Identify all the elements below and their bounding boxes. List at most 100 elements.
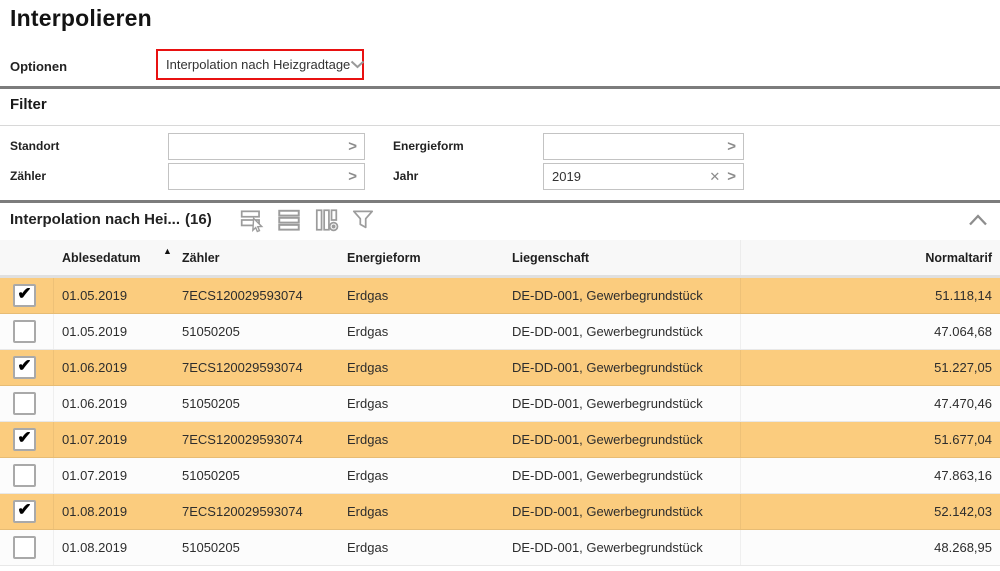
cell-normaltarif: 52.142,03	[934, 504, 992, 519]
cell-ablesedatum: 01.07.2019	[62, 432, 128, 447]
value-help-icon[interactable]: >	[348, 139, 357, 154]
cell-liegenschaft: DE-DD-001, Gewerbegrundstück	[512, 504, 703, 519]
page-title: Interpolieren	[10, 5, 152, 31]
table-row[interactable]: 01.06.2019 51050205 Erdgas DE-DD-001, Ge…	[0, 386, 1000, 422]
jahr-input[interactable]: ✕ >	[543, 163, 744, 190]
jahr-label: Jahr	[393, 169, 419, 183]
value-help-icon[interactable]: >	[348, 169, 357, 184]
cell-liegenschaft: DE-DD-001, Gewerbegrundstück	[512, 468, 703, 483]
energieform-input-field[interactable]	[552, 139, 721, 154]
column-divider	[53, 350, 54, 385]
table-title-text: Interpolation nach Hei...	[10, 211, 181, 228]
row-checkbox[interactable]	[13, 356, 36, 379]
cell-normaltarif: 51.227,05	[934, 360, 992, 375]
filter-icon[interactable]	[348, 205, 378, 235]
table-row[interactable]: 01.05.2019 51050205 Erdgas DE-DD-001, Ge…	[0, 314, 1000, 350]
zaehler-input[interactable]: >	[168, 163, 365, 190]
column-header-liegenschaft[interactable]: Liegenschaft	[512, 240, 589, 275]
jahr-input-field[interactable]	[552, 169, 703, 184]
cell-ablesedatum: 01.06.2019	[62, 396, 128, 411]
table-body: 01.05.2019 7ECS120029593074 Erdgas DE-DD…	[0, 278, 1000, 566]
cell-liegenschaft: DE-DD-001, Gewerbegrundstück	[512, 360, 703, 375]
cell-normaltarif: 51.118,14	[935, 288, 992, 303]
chevron-down-icon	[350, 60, 365, 69]
cell-zaehler: 51050205	[182, 468, 240, 483]
table-row[interactable]: 01.08.2019 51050205 Erdgas DE-DD-001, Ge…	[0, 530, 1000, 566]
column-divider	[740, 314, 741, 349]
cell-ablesedatum: 01.06.2019	[62, 360, 128, 375]
standort-input[interactable]: >	[168, 133, 365, 160]
options-select-value: Interpolation nach Heizgradtage	[166, 57, 351, 72]
multi-select-icon[interactable]	[237, 205, 267, 235]
section-divider	[0, 86, 1000, 89]
table-title: Interpolation nach Hei... (16)	[10, 211, 212, 228]
row-checkbox[interactable]	[13, 284, 36, 307]
collapse-panel-button[interactable]	[964, 206, 992, 234]
row-checkbox[interactable]	[13, 500, 36, 523]
column-header-normaltarif[interactable]: Normaltarif	[925, 240, 992, 275]
cell-ablesedatum: 01.08.2019	[62, 504, 128, 519]
cell-energieform: Erdgas	[347, 504, 389, 519]
energieform-input[interactable]: >	[543, 133, 744, 160]
column-divider	[740, 350, 741, 385]
cell-liegenschaft: DE-DD-001, Gewerbegrundstück	[512, 540, 703, 555]
standort-input-field[interactable]	[177, 139, 342, 154]
cell-zaehler: 51050205	[182, 396, 240, 411]
column-divider	[740, 458, 741, 493]
value-help-icon[interactable]: >	[727, 169, 736, 184]
filter-section-title: Filter	[10, 96, 47, 113]
table-rows-icon[interactable]	[274, 205, 304, 235]
cell-energieform: Erdgas	[347, 432, 389, 447]
cell-liegenschaft: DE-DD-001, Gewerbegrundstück	[512, 288, 703, 303]
cell-liegenschaft: DE-DD-001, Gewerbegrundstück	[512, 432, 703, 447]
cell-zaehler: 7ECS120029593074	[182, 360, 303, 375]
filter-divider	[0, 125, 1000, 126]
value-help-icon[interactable]: >	[727, 139, 736, 154]
table-row[interactable]: 01.07.2019 7ECS120029593074 Erdgas DE-DD…	[0, 422, 1000, 458]
cell-normaltarif: 47.863,16	[934, 468, 992, 483]
table-row[interactable]: 01.08.2019 7ECS120029593074 Erdgas DE-DD…	[0, 494, 1000, 530]
cell-ablesedatum: 01.08.2019	[62, 540, 128, 555]
cell-ablesedatum: 01.05.2019	[62, 324, 128, 339]
row-checkbox[interactable]	[13, 428, 36, 451]
column-divider	[740, 278, 741, 313]
cell-zaehler: 7ECS120029593074	[182, 432, 303, 447]
table-row[interactable]: 01.05.2019 7ECS120029593074 Erdgas DE-DD…	[0, 278, 1000, 314]
cell-energieform: Erdgas	[347, 360, 389, 375]
row-checkbox[interactable]	[13, 392, 36, 415]
column-header-zaehler[interactable]: Zähler	[182, 240, 220, 275]
column-header-ablesedatum[interactable]: Ablesedatum	[62, 240, 141, 275]
cell-normaltarif: 47.064,68	[934, 324, 992, 339]
column-header-energieform[interactable]: Energieform	[347, 240, 421, 275]
table-row[interactable]: 01.07.2019 51050205 Erdgas DE-DD-001, Ge…	[0, 458, 1000, 494]
interpolation-page: Interpolieren Optionen Interpolation nac…	[0, 0, 1000, 571]
row-checkbox[interactable]	[13, 464, 36, 487]
cell-ablesedatum: 01.07.2019	[62, 468, 128, 483]
section-divider	[0, 200, 1000, 203]
clear-icon[interactable]: ✕	[709, 170, 720, 183]
options-label: Optionen	[10, 59, 68, 74]
column-divider	[53, 422, 54, 457]
column-divider	[53, 530, 54, 565]
column-divider	[53, 458, 54, 493]
zaehler-input-field[interactable]	[177, 169, 342, 184]
energieform-label: Energieform	[393, 139, 464, 153]
cell-liegenschaft: DE-DD-001, Gewerbegrundstück	[512, 396, 703, 411]
column-divider	[740, 422, 741, 457]
cell-normaltarif: 51.677,04	[934, 432, 992, 447]
table-toolbar	[237, 205, 378, 235]
column-divider	[53, 278, 54, 313]
cell-energieform: Erdgas	[347, 324, 389, 339]
cell-energieform: Erdgas	[347, 396, 389, 411]
zaehler-label: Zähler	[10, 169, 47, 183]
table-row[interactable]: 01.06.2019 7ECS120029593074 Erdgas DE-DD…	[0, 350, 1000, 386]
row-checkbox[interactable]	[13, 536, 36, 559]
cell-energieform: Erdgas	[347, 468, 389, 483]
standort-label: Standort	[10, 139, 60, 153]
options-select[interactable]: Interpolation nach Heizgradtage	[156, 49, 365, 80]
cell-zaehler: 7ECS120029593074	[182, 288, 303, 303]
cell-energieform: Erdgas	[347, 540, 389, 555]
column-settings-icon[interactable]	[311, 205, 341, 235]
table-header-row: Ablesedatum Zähler Energieform Liegensch…	[0, 240, 1000, 278]
row-checkbox[interactable]	[13, 320, 36, 343]
